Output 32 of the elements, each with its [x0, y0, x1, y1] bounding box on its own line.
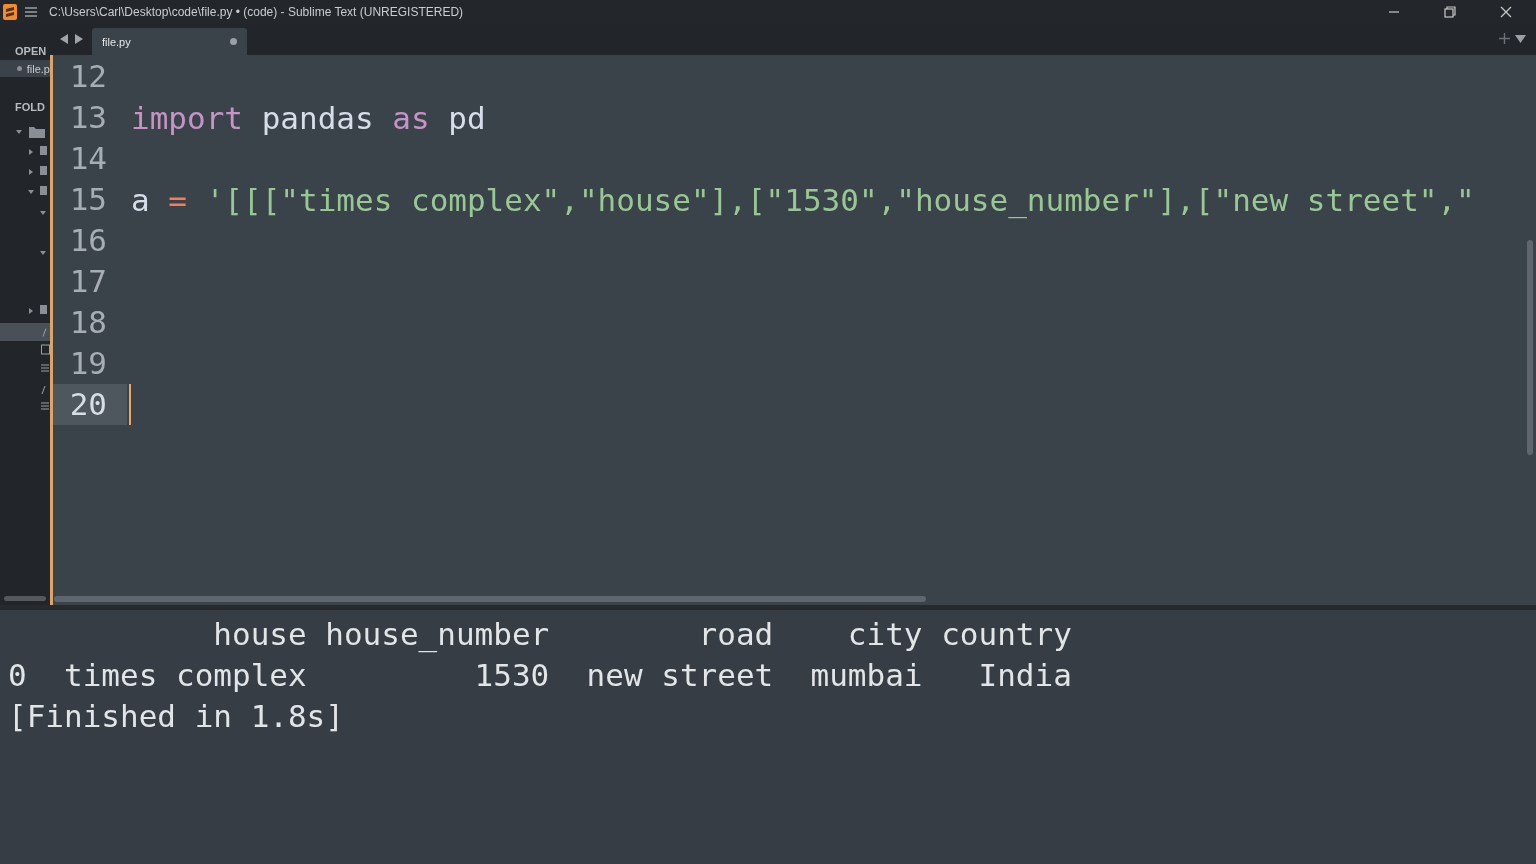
folders-label: FOLD [14, 101, 46, 113]
output-line: house house_number road city country [212, 615, 1072, 655]
output-line: 0 times complex 1530 new street mumbai India [8, 656, 1072, 695]
window-title: C:\Users\Carl\Desktop\code\file.py • (code) - Sublime Text (UNREGISTERED) [49, 4, 464, 19]
line-number: 13 [68, 98, 108, 137]
text-cursor [129, 384, 131, 425]
line-number: 17 [68, 262, 108, 301]
line-number: 15 [68, 180, 108, 219]
app-logo-icon [3, 3, 17, 20]
plus-icon[interactable] [1499, 33, 1510, 44]
horizontal-scrollbar[interactable] [54, 596, 926, 602]
open-files-label: OPEN [14, 45, 47, 57]
line-number: 14 [68, 139, 108, 178]
previous-arrow-icon[interactable] [60, 34, 69, 44]
line-number: 19 [68, 344, 108, 383]
code-line: a = '[[["times complex","house"],["1530","house_number"],["new street"," [131, 181, 1475, 218]
line-number: 18 [68, 303, 108, 342]
code-line: import pandas as pd [131, 99, 486, 136]
file-tab[interactable]: file.py [92, 28, 247, 55]
dropdown-caret-icon[interactable] [1515, 35, 1526, 44]
sidebar-scrollbar[interactable] [4, 596, 46, 601]
output-line: [Finished in 1.8s] [8, 697, 344, 736]
line-number: 16 [68, 221, 108, 260]
line-number: 20 [53, 384, 127, 425]
code-editor[interactable]: 12 13 import pandas as pd 14 15 a = '[[["times complex","house"],["1530","house_number"],["new street"," 16 17 18 19 20 [50, 55, 1536, 605]
vertical-scrollbar[interactable] [1527, 240, 1533, 455]
line-number: 12 [68, 57, 108, 96]
menu-icon[interactable] [25, 6, 37, 17]
restore-icon[interactable] [1444, 5, 1456, 18]
open-file-item[interactable]: file.p [0, 60, 50, 77]
close-icon[interactable] [1500, 5, 1512, 18]
next-arrow-icon[interactable] [74, 34, 83, 44]
